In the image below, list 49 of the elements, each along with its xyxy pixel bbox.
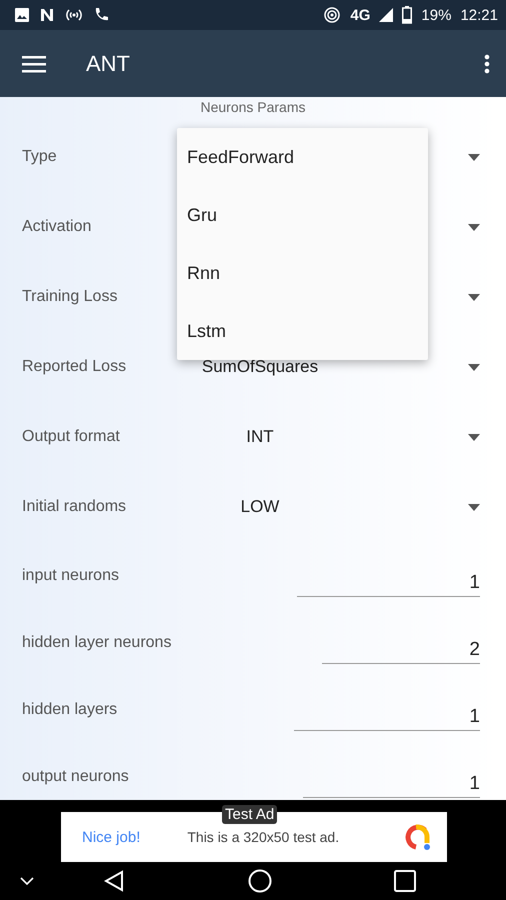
menu-item[interactable]: FeedForward (177, 128, 428, 186)
battery-percent: 19% (421, 6, 452, 24)
dropdown-value[interactable]: INT (182, 427, 468, 447)
test-ad-badge: Test Ad (222, 805, 278, 824)
battery-icon (402, 6, 412, 24)
n-letter-icon (39, 7, 55, 23)
menu-icon[interactable] (22, 54, 46, 72)
field-label: Reported Loss (22, 358, 126, 376)
app-title: ANT (86, 50, 131, 76)
section-heading: Neurons Params (200, 99, 306, 115)
home-icon[interactable] (248, 869, 272, 893)
dropdown-arrow-icon[interactable] (468, 294, 480, 300)
network-type: 4G (350, 6, 370, 24)
ad-headline[interactable]: Nice job! (82, 828, 140, 846)
field-label: input neurons (22, 566, 119, 584)
recents-icon[interactable] (394, 870, 416, 892)
dropdown-arrow-icon[interactable] (468, 364, 480, 370)
field-label: output neurons (22, 768, 129, 786)
chevron-down-icon[interactable] (20, 877, 34, 885)
clock: 12:21 (460, 6, 498, 24)
hotspot-icon (323, 6, 342, 24)
field-label: Training Loss (22, 288, 118, 306)
broadcast-icon (64, 7, 84, 23)
field-label: hidden layers (22, 700, 118, 718)
dropdown-value[interactable]: SumOfSquares (182, 357, 468, 377)
field-label: Activation (22, 218, 92, 236)
dropdown-arrow-icon[interactable] (468, 224, 480, 230)
dropdown-arrow-icon[interactable] (468, 154, 480, 160)
field-label: hidden layer neurons (22, 634, 172, 652)
dropdown-arrow-icon[interactable] (468, 504, 480, 510)
ad-logo-icon (403, 822, 433, 852)
more-options-icon[interactable] (484, 54, 490, 74)
input-field[interactable]: 1 (297, 562, 480, 596)
dropdown-arrow-icon[interactable] (468, 434, 480, 440)
field-label: Output format (22, 428, 120, 446)
signal-icon (379, 7, 394, 23)
ad-text: This is a 320x50 test ad. (187, 829, 340, 845)
field-label: Initial randoms (22, 498, 126, 516)
image-icon (14, 7, 30, 23)
menu-item[interactable]: Lstm (177, 302, 428, 360)
menu-item[interactable]: Gru (177, 186, 428, 244)
back-icon[interactable] (104, 870, 124, 892)
dropdown-value[interactable]: LOW (182, 497, 468, 517)
field-label: Type (22, 148, 57, 166)
phone-icon (93, 7, 111, 23)
input-field[interactable]: 1 (303, 764, 480, 798)
input-field[interactable]: 2 (322, 630, 480, 664)
menu-item[interactable]: Rnn (177, 244, 428, 302)
input-field[interactable]: 1 (294, 696, 480, 730)
